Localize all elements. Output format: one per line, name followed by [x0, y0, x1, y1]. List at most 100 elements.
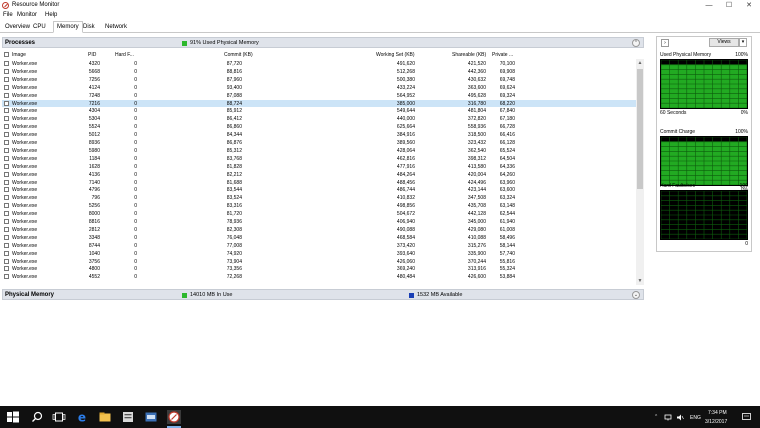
process-checkbox[interactable] — [4, 171, 9, 177]
clock-time[interactable]: 7:34 PM — [708, 410, 727, 416]
process-row[interactable]: Worker.exe 8000 0 81,720 504,672 442,128 62,54… — [2, 210, 636, 218]
process-checkbox[interactable] — [4, 179, 9, 185]
tab-disk[interactable]: Disk — [80, 22, 98, 33]
scroll-up-icon[interactable]: ▲ — [637, 60, 643, 66]
menu-file[interactable]: File — [3, 12, 13, 18]
process-row[interactable]: Worker.exe 5256 0 83,316 498,856 435,708 63,14… — [2, 202, 636, 210]
process-row[interactable]: Worker.exe 7248 0 87,088 564,952 495,628 69,32… — [2, 92, 636, 100]
menu-help[interactable]: Help — [45, 12, 57, 18]
process-checkbox[interactable] — [4, 274, 9, 280]
process-row[interactable]: Worker.exe 1628 0 81,828 477,916 413,580 64,33… — [2, 163, 636, 171]
process-checkbox[interactable] — [4, 140, 9, 145]
process-row[interactable]: Worker.exe 4320 0 87,720 491,620 421,520 70,10… — [2, 60, 636, 68]
views-button[interactable]: Views — [709, 38, 739, 47]
process-row[interactable]: Worker.exe 3348 0 76,048 468,584 410,088 58,49… — [2, 234, 636, 242]
menu-monitor[interactable]: Monitor — [17, 12, 37, 18]
process-checkbox[interactable] — [4, 226, 9, 232]
process-checkbox[interactable] — [4, 258, 9, 264]
col-hard-faults[interactable]: Hard F... — [115, 52, 134, 58]
process-checkbox[interactable] — [4, 92, 9, 98]
process-row[interactable]: Worker.exe 8936 0 86,876 389,560 323,432 66,12… — [2, 139, 636, 147]
tab-cpu[interactable]: CPU — [30, 22, 49, 33]
input-language[interactable]: ENG — [690, 415, 701, 421]
select-all-checkbox[interactable] — [4, 52, 9, 57]
col-private[interactable]: Private ... — [492, 52, 513, 58]
process-row[interactable]: Worker.exe 3756 0 73,904 426,060 370,244 55,81… — [2, 258, 636, 266]
process-checkbox[interactable] — [4, 242, 9, 248]
process-row[interactable]: Worker.exe 7256 0 87,960 500,380 430,632 69,74… — [2, 76, 636, 84]
search-icon[interactable] — [30, 410, 44, 424]
process-checkbox[interactable] — [4, 147, 9, 153]
scroll-thumb[interactable] — [637, 69, 643, 189]
col-commit[interactable]: Commit (KB) — [224, 52, 253, 58]
col-working-set[interactable]: Working Set (KB) — [376, 52, 415, 58]
file-explorer-icon[interactable] — [98, 410, 112, 424]
task-view-icon[interactable] — [52, 410, 66, 424]
physical-memory-header[interactable]: Physical Memory 14010 MB In Use 1532 MB … — [2, 289, 644, 300]
process-row[interactable]: Worker.exe 5304 0 86,412 440,000 372,820 67,18… — [2, 115, 636, 123]
process-row[interactable]: Worker.exe 796 0 83,524 410,832 347,508 63,324 — [2, 194, 636, 202]
process-checkbox[interactable] — [4, 250, 9, 256]
scroll-down-icon[interactable]: ▼ — [637, 278, 643, 284]
process-row[interactable]: Worker.exe 5524 0 86,860 625,664 558,936 66,72… — [2, 123, 636, 131]
process-checkbox[interactable] — [4, 76, 9, 82]
process-checkbox[interactable] — [4, 203, 9, 209]
process-checkbox[interactable] — [4, 163, 9, 169]
volume-icon[interactable] — [676, 414, 684, 421]
process-checkbox[interactable] — [4, 266, 9, 272]
process-row[interactable]: Worker.exe 4304 0 85,912 549,644 481,804 67,84… — [2, 107, 636, 115]
collapse-processes-button[interactable]: ⌃ — [632, 39, 640, 47]
process-checkbox[interactable] — [4, 124, 9, 130]
process-checkbox[interactable] — [4, 108, 9, 114]
process-row[interactable]: Worker.exe 8744 0 77,008 373,420 315,276 58,14… — [2, 242, 636, 250]
process-checkbox[interactable] — [4, 155, 9, 161]
process-checkbox[interactable] — [4, 61, 9, 66]
tray-overflow-icon[interactable]: ⌃ — [654, 414, 658, 420]
process-row[interactable]: Worker.exe 7216 0 88,724 385,000 316,780 68,22… — [2, 99, 636, 108]
tab-overview[interactable]: Overview — [2, 22, 33, 33]
edge-browser-icon[interactable]: e — [75, 410, 89, 425]
views-dropdown-icon[interactable]: ▾ — [739, 38, 747, 47]
process-row[interactable]: Worker.exe 4552 0 72,268 480,484 426,600 53,88… — [2, 273, 636, 281]
col-pid[interactable]: PID — [88, 52, 96, 58]
expand-physical-memory-button[interactable]: ⌄ — [632, 291, 640, 299]
close-button[interactable]: ✕ — [740, 0, 758, 11]
process-row[interactable]: Worker.exe 7140 0 81,688 488,456 424,496 63,96… — [2, 179, 636, 187]
process-row[interactable]: Worker.exe 2812 0 82,308 490,088 429,080 61,00… — [2, 226, 636, 234]
process-row[interactable]: Worker.exe 4124 0 93,400 433,224 363,600 69,62… — [2, 84, 636, 92]
process-checkbox[interactable] — [4, 68, 9, 74]
process-checkbox[interactable] — [4, 84, 9, 90]
windows-start-icon[interactable] — [6, 410, 20, 424]
col-shareable[interactable]: Shareable (KB) — [452, 52, 486, 58]
process-row[interactable]: Worker.exe 8816 0 78,936 406,940 345,000 61,94… — [2, 218, 636, 226]
minimize-button[interactable]: — — [700, 0, 718, 11]
process-row[interactable]: Worker.exe 4136 0 82,212 484,264 420,004 64,26… — [2, 171, 636, 179]
process-scrollbar[interactable]: ▲ ▼ — [636, 59, 644, 285]
processes-header[interactable]: Processes 91% Used Physical Memory ⌃ — [2, 37, 644, 48]
clock-date[interactable]: 3/12/2017 — [705, 419, 727, 425]
process-row[interactable]: Worker.exe 5668 0 88,816 512,268 442,360 69,90… — [2, 68, 636, 76]
tab-memory[interactable]: Memory — [53, 21, 83, 33]
process-checkbox[interactable] — [4, 100, 9, 106]
process-checkbox[interactable] — [4, 234, 9, 240]
process-row[interactable]: Worker.exe 5012 0 84,344 384,916 318,500 66,41… — [2, 131, 636, 139]
process-row[interactable]: Worker.exe 4800 0 73,356 369,240 313,916 55,32… — [2, 265, 636, 273]
maximize-button[interactable]: ☐ — [720, 0, 738, 11]
process-checkbox[interactable] — [4, 219, 9, 224]
network-icon[interactable] — [664, 414, 672, 421]
process-row[interactable]: Worker.exe 1184 0 83,768 462,816 398,312 64,50… — [2, 155, 636, 163]
process-checkbox[interactable] — [4, 116, 9, 122]
server-manager-icon[interactable] — [121, 410, 135, 424]
process-checkbox[interactable] — [4, 187, 9, 193]
process-checkbox[interactable] — [4, 132, 9, 138]
process-checkbox[interactable] — [4, 195, 9, 201]
collapse-pane-icon[interactable]: › — [661, 39, 669, 47]
process-row[interactable]: Worker.exe 1040 0 74,920 393,640 335,900 57,74… — [2, 250, 636, 258]
process-row[interactable]: Worker.exe 5980 0 85,312 428,064 362,540 65,52… — [2, 147, 636, 155]
notifications-icon[interactable] — [742, 413, 751, 421]
process-checkbox[interactable] — [4, 211, 9, 217]
col-image[interactable]: Image — [12, 52, 26, 58]
tab-network[interactable]: Network — [102, 22, 130, 33]
powershell-icon[interactable] — [144, 410, 158, 424]
resource-monitor-taskbar-icon[interactable] — [167, 410, 181, 424]
